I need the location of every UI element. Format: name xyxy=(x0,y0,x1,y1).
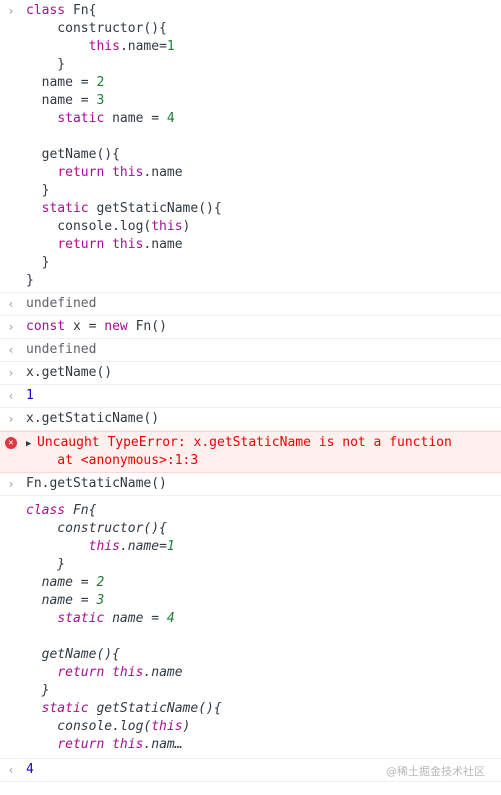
code-line: name = 3 xyxy=(26,593,105,608)
code-line: static getStaticName(){ xyxy=(41,201,222,216)
code-line: constructor(){ xyxy=(26,521,167,536)
code-line: undefined xyxy=(26,296,97,311)
console-entry-error: ✕ ▶ Uncaught TypeError: x.getStaticName is… xyxy=(0,431,501,473)
code-line: x.getStaticName() xyxy=(26,411,160,426)
code-line: class Fn{ xyxy=(26,503,97,518)
code-line: constructor(){ xyxy=(26,21,167,36)
console-entry-output[interactable]: ‹ 1 xyxy=(0,385,501,408)
code-line: getName(){ xyxy=(26,647,120,662)
console-entry-log[interactable]: class Fn{ constructor(){ this.name=1 } n… xyxy=(0,496,501,759)
code-line: 1 xyxy=(26,388,34,403)
code-line: return this.name xyxy=(57,237,183,252)
result-arrow-icon: ‹ xyxy=(7,389,15,403)
code-line: } xyxy=(26,183,50,198)
result-arrow-icon: ‹ xyxy=(7,763,15,777)
code-line: this.name=1 xyxy=(88,539,175,554)
code-line: return this.name xyxy=(57,165,183,180)
console-entry-input: › class Fn{ constructor(){ this.name=1 } … xyxy=(0,0,501,293)
code-line: static name = 4 xyxy=(57,111,175,126)
result-arrow-icon: ‹ xyxy=(7,297,15,311)
code-line: Fn.getStaticName() xyxy=(26,476,167,491)
code-line: return this.name xyxy=(57,665,183,680)
code-line: console.log(this) xyxy=(26,719,191,734)
input-prompt-icon: › xyxy=(7,4,15,18)
expand-triangle-icon[interactable]: ▶ xyxy=(26,435,37,453)
console-entry-input: › x.getStaticName() xyxy=(0,408,501,431)
input-prompt-icon: › xyxy=(7,320,15,334)
console-entry-output[interactable]: ‹ undefined xyxy=(0,339,501,362)
code-line: name = 2 xyxy=(26,75,105,90)
code-line: name = 3 xyxy=(26,93,105,108)
error-message-line: ▶ Uncaught TypeError: x.getStaticName is … xyxy=(26,434,495,452)
code-line: const x = new Fn() xyxy=(26,319,167,334)
console-entry-input: › Fn.getStaticName() xyxy=(0,473,501,496)
devtools-console: › class Fn{ constructor(){ this.name=1 } … xyxy=(0,0,501,795)
code-line: } xyxy=(26,557,66,572)
console-entries: › class Fn{ constructor(){ this.name=1 } … xyxy=(0,0,501,782)
console-entry-input: › const x = new Fn() xyxy=(0,316,501,339)
code-line: x.getName() xyxy=(26,365,113,380)
code-line: static name = 4 xyxy=(57,611,175,626)
code-line: name = 2 xyxy=(26,575,105,590)
error-icon: ✕ xyxy=(5,437,17,449)
code-line: } xyxy=(26,255,50,270)
code-line: } xyxy=(26,273,34,288)
code-line: undefined xyxy=(26,342,97,357)
code-line: } xyxy=(26,57,66,72)
code-line: return this.nam… xyxy=(57,737,183,752)
error-message-line: at <anonymous>:1:3 xyxy=(26,453,199,468)
code-line: console.log(this) xyxy=(26,219,191,234)
console-entry-input: › x.getName() xyxy=(0,362,501,385)
code-line: this.name=1 xyxy=(88,39,175,54)
code-line: } xyxy=(26,683,50,698)
code-line: getName(){ xyxy=(26,147,120,162)
watermark: @稀土掘金技术社区 xyxy=(386,765,485,778)
input-prompt-icon: › xyxy=(7,366,15,380)
code-line: static getStaticName(){ xyxy=(41,701,222,716)
result-arrow-icon: ‹ xyxy=(7,343,15,357)
console-entry-output[interactable]: ‹ undefined xyxy=(0,293,501,316)
code-line: class Fn{ xyxy=(26,3,97,18)
input-prompt-icon: › xyxy=(7,412,15,426)
input-prompt-icon: › xyxy=(7,477,15,491)
